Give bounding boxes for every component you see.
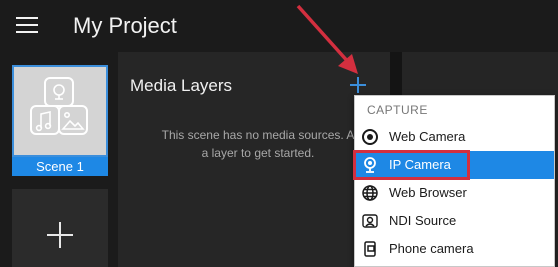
- scenes-sidebar: Scene 1: [0, 52, 118, 267]
- webcam-icon: [362, 129, 378, 145]
- media-layers-panel: Media Layers This scene has no media sou…: [118, 52, 390, 267]
- annotation-highlight-box: [353, 150, 470, 180]
- menu-item-ndi-source[interactable]: NDI Source: [355, 207, 554, 235]
- phone-camera-icon: [364, 241, 376, 257]
- hamburger-menu-icon[interactable]: [16, 17, 38, 33]
- scene-thumbnail[interactable]: [12, 65, 108, 157]
- menu-item-phone-camera[interactable]: Phone camera: [355, 235, 554, 263]
- ndi-icon: [362, 214, 378, 228]
- annotation-arrow-icon: [296, 4, 358, 74]
- scene-label[interactable]: Scene 1: [12, 157, 108, 176]
- add-layer-menu: CAPTURE Web Camera IP Camera Web Browser…: [354, 95, 555, 267]
- globe-icon: [362, 185, 378, 201]
- project-title: My Project: [73, 13, 177, 38]
- app-header: My Project: [0, 0, 558, 52]
- empty-state-message: This scene has no media sources. A a lay…: [161, 128, 355, 160]
- menu-item-label: Web Camera: [389, 129, 466, 144]
- add-scene-button[interactable]: [12, 189, 108, 267]
- media-placeholder-icon: [30, 77, 88, 135]
- menu-item-label: Phone camera: [389, 241, 474, 256]
- menu-item-label: NDI Source: [389, 213, 457, 228]
- menu-item-web-camera[interactable]: Web Camera: [355, 123, 554, 151]
- menu-item-web-browser[interactable]: Web Browser: [355, 179, 554, 207]
- menu-section-header: CAPTURE: [367, 103, 428, 117]
- menu-item-label: Web Browser: [389, 185, 467, 200]
- media-layers-title: Media Layers: [130, 76, 233, 95]
